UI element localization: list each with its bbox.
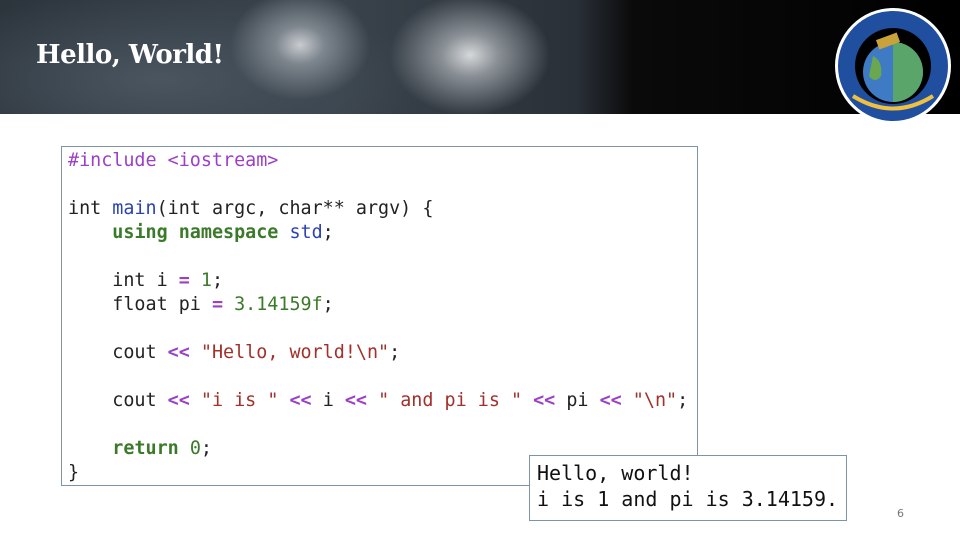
code-line: return 0; (68, 437, 212, 461)
code-token: << (344, 390, 368, 411)
code-token: cout (68, 342, 168, 363)
code-token: int (68, 198, 113, 219)
page-number: 6 (897, 507, 904, 520)
code-line: cout << "i is " << i << " and pi is " <<… (68, 389, 688, 413)
code-token: ; (389, 342, 401, 363)
code-token: #include <iostream> (68, 150, 279, 171)
code-line: } (68, 461, 79, 485)
code-token: cout (68, 390, 168, 411)
code-block: #include <iostream> int main(int argc, ch… (61, 146, 698, 486)
code-token: "\n" (632, 390, 678, 411)
header-banner-satellite-image: Hello, World! (0, 0, 960, 124)
code-token: std (289, 222, 323, 243)
code-line: #include <iostream> (68, 149, 278, 173)
code-token: = (178, 270, 190, 291)
output-line: i is 1 and pi is 3.14159. (537, 487, 839, 511)
code-token: << (599, 390, 622, 411)
code-token: " and pi is " (378, 390, 523, 411)
code-token: main (112, 198, 157, 219)
code-token: "i is " (200, 390, 279, 411)
code-token: float pi (68, 294, 212, 315)
code-token: 3.14159f (234, 294, 323, 315)
code-token: << (289, 390, 312, 411)
code-token: = (211, 294, 224, 315)
code-token: ; (211, 270, 224, 291)
program-output-box: Hello, world! i is 1 and pi is 3.14159. (529, 455, 847, 521)
code-token: pi (555, 390, 600, 411)
code-token: } (68, 462, 80, 483)
code-line: using namespace std; (68, 221, 334, 245)
jcsda-logo (835, 8, 951, 124)
code-token: using namespace (112, 222, 290, 243)
code-token: ; (677, 390, 689, 411)
code-token: ; (322, 294, 334, 315)
code-token: int i (68, 270, 179, 291)
code-line: cout << "Hello, world!\n"; (68, 341, 400, 365)
slide-title: Hello, World! (36, 40, 224, 70)
code-line: float pi = 3.14159f; (68, 293, 334, 317)
code-token: return (112, 438, 179, 459)
code-token: ; (200, 438, 212, 459)
code-token: 1 (200, 270, 212, 291)
code-token: ; (322, 222, 334, 243)
code-line: int i = 1; (68, 269, 223, 293)
code-token: << (533, 390, 556, 411)
code-token: (int argc, char** argv) { (156, 198, 434, 219)
code-token: 0 (189, 438, 201, 459)
code-token: i (311, 390, 345, 411)
code-token: "Hello, world!\n" (200, 342, 390, 363)
output-line: Hello, world! (537, 461, 694, 485)
code-token: << (167, 390, 190, 411)
code-token: << (167, 342, 190, 363)
code-line: int main(int argc, char** argv) { (68, 197, 433, 221)
